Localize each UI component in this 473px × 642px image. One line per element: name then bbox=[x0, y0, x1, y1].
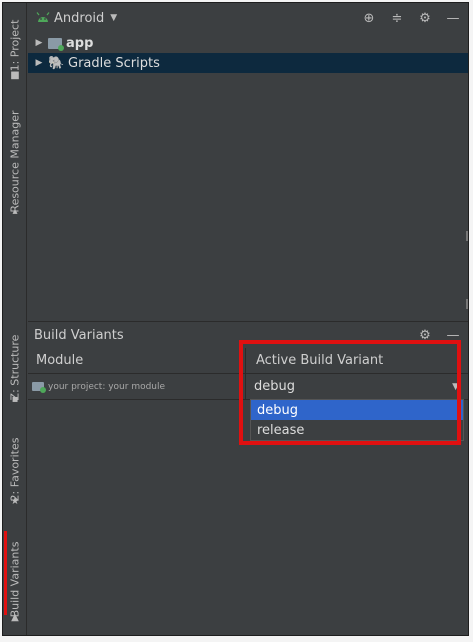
folder-icon: ■ bbox=[10, 70, 20, 81]
collapse-all-icon[interactable]: ≑ bbox=[389, 11, 405, 26]
panel-title: Build Variants bbox=[34, 327, 124, 343]
tree-item-gradle-scripts[interactable]: ▶ 🐘 Gradle Scripts bbox=[28, 53, 468, 73]
chevron-down-icon[interactable]: ▼ bbox=[452, 382, 459, 392]
tree-item-label: app bbox=[66, 35, 94, 51]
expand-arrow-icon[interactable]: ▶ bbox=[30, 38, 48, 48]
build-variants-header: Build Variants ⚙ — bbox=[28, 321, 468, 348]
tab-resource-manager[interactable]: Resource Manager ▴ bbox=[3, 99, 27, 223]
active-tab-indicator bbox=[4, 531, 7, 615]
scroll-marker bbox=[466, 231, 468, 241]
hide-icon[interactable]: — bbox=[445, 328, 461, 343]
module-cell: your project: your module bbox=[28, 374, 246, 399]
option-debug[interactable]: debug bbox=[251, 400, 463, 420]
android-icon bbox=[36, 12, 50, 22]
build-variants-icon: ▲ bbox=[11, 612, 19, 623]
view-selector[interactable]: Android bbox=[54, 11, 104, 26]
tab-project[interactable]: 1: Project ■ bbox=[3, 9, 27, 81]
tab-favorites[interactable]: 2: Favorites ★ bbox=[3, 427, 27, 511]
locate-icon[interactable]: ⊕ bbox=[361, 11, 377, 26]
resource-icon: ▴ bbox=[12, 206, 18, 217]
structure-icon: ▪ bbox=[11, 394, 19, 405]
hide-icon[interactable]: — bbox=[445, 11, 461, 26]
variant-dropdown-list: debug release bbox=[250, 399, 464, 441]
module-name: your project: your module bbox=[48, 381, 166, 392]
module-folder-icon bbox=[32, 382, 46, 393]
build-variants-table: Module Active Build Variant your project… bbox=[28, 348, 468, 635]
table-row: your project: your module debug ▼ bbox=[28, 374, 468, 400]
tree-item-app[interactable]: ▶ app bbox=[28, 33, 468, 53]
column-header-variant[interactable]: Active Build Variant bbox=[246, 348, 468, 373]
project-panel-header: Android ▼ ⊕ ≑ ⚙ — bbox=[28, 3, 468, 33]
tab-build-variants-label: Build Variants bbox=[8, 541, 22, 617]
expand-arrow-icon[interactable]: ▶ bbox=[30, 58, 48, 68]
table-header: Module Active Build Variant bbox=[28, 348, 468, 374]
column-header-module[interactable]: Module bbox=[28, 348, 246, 373]
tree-item-label: Gradle Scripts bbox=[68, 55, 160, 71]
ide-window: 1: Project ■ Resource Manager ▴ Z: Struc… bbox=[2, 2, 469, 636]
variant-combobox[interactable]: debug ▼ bbox=[246, 374, 468, 399]
module-folder-icon bbox=[48, 37, 64, 51]
tab-resource-manager-label: Resource Manager bbox=[8, 109, 22, 213]
chevron-down-icon[interactable]: ▼ bbox=[110, 13, 117, 23]
tab-structure[interactable]: Z: Structure ▪ bbox=[3, 325, 27, 409]
tool-window-strip: 1: Project ■ Resource Manager ▴ Z: Struc… bbox=[3, 3, 27, 635]
gear-icon[interactable]: ⚙ bbox=[417, 11, 433, 26]
gear-icon[interactable]: ⚙ bbox=[417, 328, 433, 343]
gradle-icon: 🐘 bbox=[48, 55, 65, 71]
option-release[interactable]: release bbox=[251, 420, 463, 440]
variant-value: debug bbox=[254, 379, 295, 394]
tab-structure-label: Z: Structure bbox=[8, 334, 22, 400]
star-icon: ★ bbox=[10, 496, 20, 507]
tab-project-label: 1: Project bbox=[8, 19, 22, 71]
scroll-marker bbox=[466, 299, 468, 309]
project-tree: ▶ app ▶ 🐘 Gradle Scripts bbox=[28, 33, 468, 317]
tab-favorites-label: 2: Favorites bbox=[8, 437, 22, 501]
